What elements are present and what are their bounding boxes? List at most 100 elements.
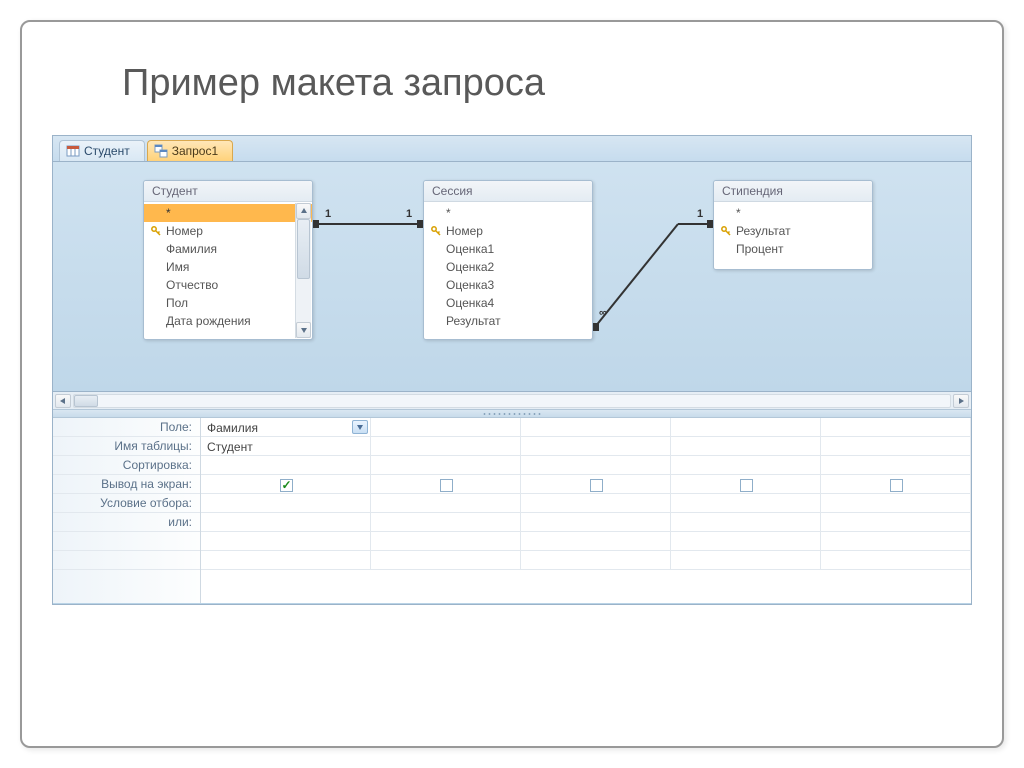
grid-cell[interactable] — [371, 513, 521, 531]
field-row[interactable]: Результат — [424, 312, 592, 330]
scroll-thumb[interactable] — [297, 219, 310, 279]
field-row[interactable]: Отчество — [144, 276, 312, 294]
grid-cell[interactable] — [821, 437, 971, 455]
grid-cell[interactable] — [371, 456, 521, 474]
dropdown-button[interactable] — [352, 420, 368, 434]
scroll-down-button[interactable] — [296, 322, 311, 338]
grid-cell-show[interactable] — [821, 475, 971, 493]
field-row[interactable]: Оценка2 — [424, 258, 592, 276]
grid-cell[interactable] — [821, 418, 971, 436]
show-checkbox[interactable] — [740, 479, 753, 492]
grid-cell[interactable] — [201, 551, 371, 569]
tab-student[interactable]: Студент — [59, 140, 145, 161]
scroll-right-button[interactable] — [953, 394, 969, 408]
relation-cardinality: ∞ — [599, 307, 607, 319]
tab-query1[interactable]: Запрос1 — [147, 140, 233, 161]
grid-cell[interactable] — [821, 513, 971, 531]
horizontal-scrollbar[interactable] — [53, 392, 971, 410]
grid-cell[interactable] — [521, 418, 671, 436]
grid-cell[interactable] — [821, 494, 971, 512]
field-row[interactable]: * — [424, 204, 592, 222]
field-row[interactable]: Оценка1 — [424, 240, 592, 258]
scroll-left-button[interactable] — [55, 394, 71, 408]
grid-cell-show[interactable] — [371, 475, 521, 493]
grid-cell[interactable] — [821, 456, 971, 474]
key-icon — [720, 225, 732, 237]
grid-cell-or[interactable] — [201, 513, 371, 531]
grid-row-labels: Поле: Имя таблицы: Сортировка: Вывод на … — [53, 418, 201, 603]
grid-cell-show[interactable] — [671, 475, 821, 493]
field-row[interactable]: Фамилия — [144, 240, 312, 258]
grid-cell[interactable] — [201, 532, 371, 550]
grid-cell[interactable] — [521, 456, 671, 474]
grid-cell-field[interactable]: Фамилия — [201, 418, 371, 436]
table-stipend[interactable]: Стипендия * Результат Процент — [713, 180, 873, 270]
field-row[interactable]: Пол — [144, 294, 312, 312]
row-label-empty — [53, 532, 200, 551]
relationship-diagram[interactable]: Студент * Номер Фамилия Имя Отчество Пол… — [53, 162, 971, 392]
row-label-table: Имя таблицы: — [53, 437, 200, 456]
pane-splitter[interactable] — [53, 410, 971, 418]
grid-cell[interactable] — [671, 437, 821, 455]
grid-cell-criteria[interactable] — [201, 494, 371, 512]
row-label-field: Поле: — [53, 418, 200, 437]
grid-cell-sort[interactable] — [201, 456, 371, 474]
grid-cell[interactable] — [521, 437, 671, 455]
field-row[interactable]: Номер — [424, 222, 592, 240]
field-row[interactable]: * — [144, 204, 312, 222]
row-label-sort: Сортировка: — [53, 456, 200, 475]
grid-cell[interactable] — [521, 532, 671, 550]
table-icon — [66, 144, 80, 158]
grid-cell[interactable] — [521, 494, 671, 512]
grid-cell[interactable] — [671, 532, 821, 550]
scroll-thumb[interactable] — [74, 395, 98, 407]
field-row[interactable]: Номер — [144, 222, 312, 240]
grid-cell[interactable] — [671, 456, 821, 474]
table-header: Стипендия — [714, 181, 872, 202]
query-icon — [154, 144, 168, 158]
table-student[interactable]: Студент * Номер Фамилия Имя Отчество Пол… — [143, 180, 313, 340]
field-row[interactable]: Имя — [144, 258, 312, 276]
grid-cell[interactable] — [671, 513, 821, 531]
grid-cell-table[interactable]: Студент — [201, 437, 371, 455]
scroll-track[interactable] — [73, 394, 951, 408]
show-checkbox[interactable] — [280, 479, 293, 492]
grid-cell[interactable] — [371, 551, 521, 569]
field-list: * Номер Оценка1 Оценка2 Оценка3 Оценка4 … — [424, 202, 592, 332]
grid-cell[interactable] — [371, 437, 521, 455]
query-design-grid: Поле: Имя таблицы: Сортировка: Вывод на … — [53, 418, 971, 603]
grid-cell[interactable] — [821, 532, 971, 550]
field-row[interactable]: Оценка4 — [424, 294, 592, 312]
grid-cell[interactable] — [371, 494, 521, 512]
table-session[interactable]: Сессия * Номер Оценка1 Оценка2 Оценка3 О… — [423, 180, 593, 340]
grid-cell-show[interactable] — [521, 475, 671, 493]
field-row[interactable]: Оценка3 — [424, 276, 592, 294]
show-checkbox[interactable] — [890, 479, 903, 492]
key-icon — [430, 225, 442, 237]
field-row[interactable]: Дата рождения — [144, 312, 312, 330]
cell-value: Студент — [207, 440, 253, 454]
grid-cell[interactable] — [371, 418, 521, 436]
scroll-track[interactable] — [296, 219, 311, 322]
vertical-scrollbar[interactable] — [295, 203, 311, 338]
field-row[interactable]: Процент — [714, 240, 872, 258]
show-checkbox[interactable] — [590, 479, 603, 492]
grid-cell[interactable] — [521, 551, 671, 569]
grid-cell[interactable] — [371, 532, 521, 550]
grid-cell[interactable] — [521, 513, 671, 531]
field-row[interactable]: * — [714, 204, 872, 222]
grid-cell[interactable] — [821, 551, 971, 569]
splitter-grip-icon — [482, 412, 542, 416]
grid-cell[interactable] — [671, 418, 821, 436]
field-row[interactable]: Результат — [714, 222, 872, 240]
scroll-up-button[interactable] — [296, 203, 311, 219]
document-tabs: Студент Запрос1 — [53, 136, 971, 162]
slide-title: Пример макета запроса — [122, 62, 972, 105]
grid-cell[interactable] — [671, 551, 821, 569]
row-label-criteria: Условие отбора: — [53, 494, 200, 513]
grid-cell[interactable] — [671, 494, 821, 512]
grid-cell-show[interactable] — [201, 475, 371, 493]
tab-label: Запрос1 — [172, 144, 218, 158]
row-label-empty — [53, 551, 200, 570]
show-checkbox[interactable] — [440, 479, 453, 492]
